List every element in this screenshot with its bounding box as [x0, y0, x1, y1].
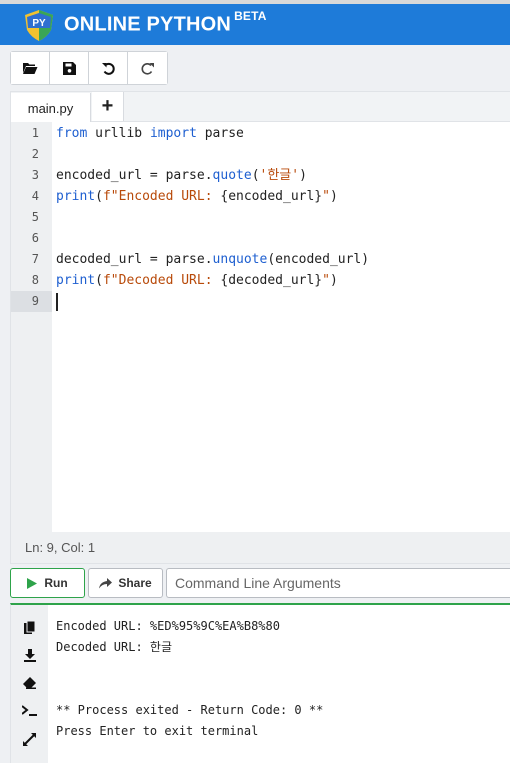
undo-button[interactable]	[89, 52, 128, 84]
line-number: 3	[31, 168, 39, 182]
copy-icon	[24, 620, 35, 634]
save-icon	[62, 61, 76, 75]
svg-text:PY: PY	[32, 18, 46, 29]
play-icon	[27, 577, 38, 589]
run-button[interactable]: Run	[10, 568, 85, 598]
editor-status-bar: Ln: 9, Col: 1	[11, 532, 510, 563]
expand-icon	[23, 732, 36, 746]
run-bar: Run Share	[10, 568, 510, 598]
line-number: 1	[31, 126, 39, 140]
cursor-position: Ln: 9, Col: 1	[25, 540, 96, 555]
terminal-line: Encoded URL: %ED%95%9C%EA%B8%80	[56, 619, 280, 633]
file-toolbar	[10, 51, 168, 85]
prompt-icon	[21, 705, 37, 716]
line-number: 7	[31, 252, 39, 266]
tab-main-py[interactable]: main.py	[11, 93, 91, 123]
brand-title: ONLINE PYTHON BETA	[64, 9, 267, 36]
eraser-icon	[23, 677, 36, 689]
clear-button[interactable]	[11, 669, 48, 697]
line-number: 2	[31, 147, 39, 161]
undo-icon	[101, 62, 115, 75]
code-line: print(f"Decoded URL: {decoded_url}")	[56, 273, 338, 288]
terminal-panel: Encoded URL: %ED%95%9C%EA%B8%80 Decoded …	[10, 603, 510, 763]
code-line: print(f"Encoded URL: {encoded_url}")	[56, 189, 338, 204]
add-tab-button[interactable]: +	[92, 92, 124, 121]
terminal-line: ** Process exited - Return Code: 0 **	[56, 703, 324, 717]
line-number: 6	[31, 231, 39, 245]
download-icon	[23, 648, 36, 662]
copy-button[interactable]	[11, 613, 48, 641]
command-line-arguments-input[interactable]	[166, 568, 510, 598]
code-line: encoded_url = parse.quote('한글')	[56, 168, 307, 183]
terminal-sidebar	[11, 605, 48, 763]
share-label: Share	[118, 576, 152, 590]
save-button[interactable]	[50, 52, 89, 84]
code-area[interactable]: 1 2 3 4 5 6 7 8 9 from urllib import par…	[11, 122, 510, 533]
line-number: 4	[31, 189, 39, 203]
share-button[interactable]: Share	[88, 568, 163, 598]
code-editor: main.py + 1 2 3 4 5 6 7 8 9 from urllib …	[10, 91, 510, 564]
python-logo-icon: PY	[22, 8, 56, 42]
app-header: PY ONLINE PYTHON BETA	[0, 0, 510, 45]
line-number: 5	[31, 210, 39, 224]
run-label: Run	[44, 576, 68, 590]
text-cursor	[56, 292, 58, 311]
expand-button[interactable]	[11, 725, 48, 753]
share-icon	[99, 577, 113, 588]
download-button[interactable]	[11, 641, 48, 669]
open-folder-icon	[23, 63, 38, 74]
redo-icon	[141, 62, 154, 75]
terminal-line: Press Enter to exit terminal	[56, 724, 259, 738]
redo-button[interactable]	[128, 52, 167, 84]
code-text[interactable]: from urllib import parse encoded_url = p…	[52, 122, 510, 533]
terminal-line: Decoded URL: 한글	[56, 640, 173, 654]
line-number: 8	[31, 273, 39, 287]
line-number-gutter: 1 2 3 4 5 6 7 8 9	[11, 122, 52, 533]
file-tabs: main.py +	[11, 92, 510, 123]
terminal-prompt-button[interactable]	[11, 697, 48, 725]
line-number-active: 9	[11, 291, 52, 312]
code-line	[56, 291, 510, 312]
terminal-output[interactable]: Encoded URL: %ED%95%9C%EA%B8%80 Decoded …	[48, 605, 510, 763]
code-line: from urllib import parse	[56, 126, 244, 141]
code-line: decoded_url = parse.unquote(encoded_url)	[56, 252, 370, 267]
open-button[interactable]	[11, 52, 50, 84]
